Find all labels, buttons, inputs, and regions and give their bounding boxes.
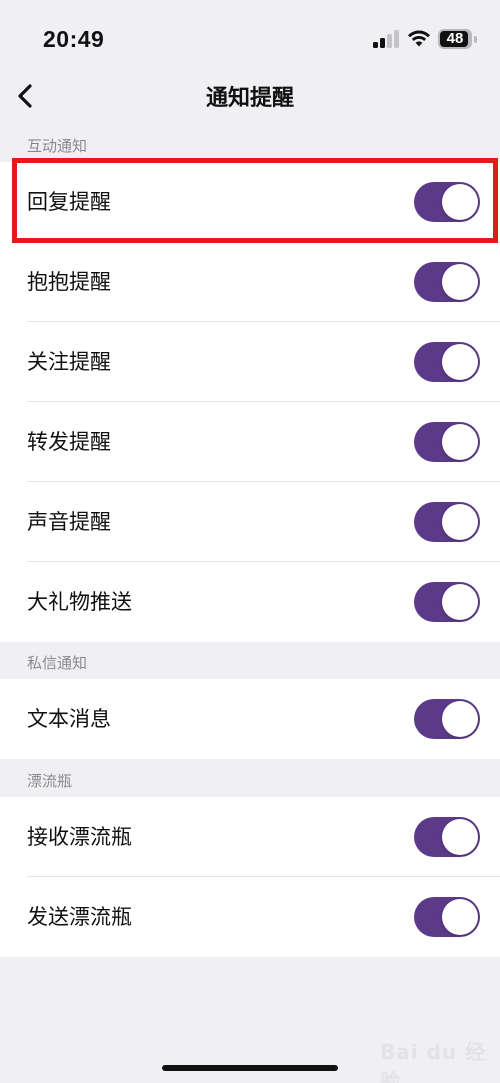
setting-label: 抱抱提醒 <box>27 270 111 294</box>
cellular-signal-icon <box>373 30 401 48</box>
setting-label: 声音提醒 <box>27 510 111 534</box>
setting-label: 文本消息 <box>27 707 111 731</box>
setting-row-follow[interactable]: 关注提醒 <box>0 322 500 402</box>
setting-label: 接收漂流瓶 <box>27 825 132 849</box>
settings-group-drift-bottle: 接收漂流瓶 发送漂流瓶 <box>0 797 500 957</box>
setting-label: 发送漂流瓶 <box>27 905 132 929</box>
receive-bottle-toggle[interactable] <box>414 817 480 857</box>
toggle-knob <box>442 899 478 935</box>
toggle-knob <box>442 584 478 620</box>
setting-label: 关注提醒 <box>27 350 111 374</box>
send-bottle-toggle[interactable] <box>414 897 480 937</box>
battery-nub <box>474 36 477 43</box>
setting-label: 大礼物推送 <box>27 590 132 614</box>
settings-group-private-message: 文本消息 <box>0 679 500 759</box>
setting-row-send-bottle[interactable]: 发送漂流瓶 <box>0 877 500 957</box>
status-bar: 20:49 48 <box>0 0 500 78</box>
status-time: 20:49 <box>43 26 105 52</box>
toggle-knob <box>442 344 478 380</box>
toggle-knob <box>442 701 478 737</box>
section-header-interaction: 互动通知 <box>27 137 88 155</box>
setting-row-text-message[interactable]: 文本消息 <box>0 679 500 759</box>
battery-icon: 48 <box>438 29 472 49</box>
setting-row-repost[interactable]: 转发提醒 <box>0 402 500 482</box>
setting-row-hug[interactable]: 抱抱提醒 <box>0 242 500 322</box>
setting-row-receive-bottle[interactable]: 接收漂流瓶 <box>0 797 500 877</box>
toggle-knob <box>442 264 478 300</box>
text-message-toggle[interactable] <box>414 699 480 739</box>
setting-row-big-gift[interactable]: 大礼物推送 <box>0 562 500 642</box>
section-header-private-message: 私信通知 <box>27 654 88 672</box>
battery-level: 48 <box>446 30 464 47</box>
section-header-drift-bottle: 漂流瓶 <box>27 772 73 790</box>
watermark: Bai du 经验 <box>380 1030 498 1083</box>
highlight-annotation <box>12 158 498 243</box>
hug-toggle[interactable] <box>414 262 480 302</box>
page-title: 通知提醒 <box>205 86 294 111</box>
sound-toggle[interactable] <box>414 502 480 542</box>
home-indicator <box>162 1065 338 1071</box>
big-gift-toggle[interactable] <box>414 582 480 622</box>
setting-row-sound[interactable]: 声音提醒 <box>0 482 500 562</box>
toggle-knob <box>442 424 478 460</box>
nav-bar: 通知提醒 <box>0 78 500 118</box>
toggle-knob <box>442 819 478 855</box>
follow-toggle[interactable] <box>414 342 480 382</box>
setting-label: 转发提醒 <box>27 430 111 454</box>
toggle-knob <box>442 504 478 540</box>
repost-toggle[interactable] <box>414 422 480 462</box>
watermark-text: Bai du 经验 <box>380 1040 487 1083</box>
wifi-icon <box>408 30 430 47</box>
